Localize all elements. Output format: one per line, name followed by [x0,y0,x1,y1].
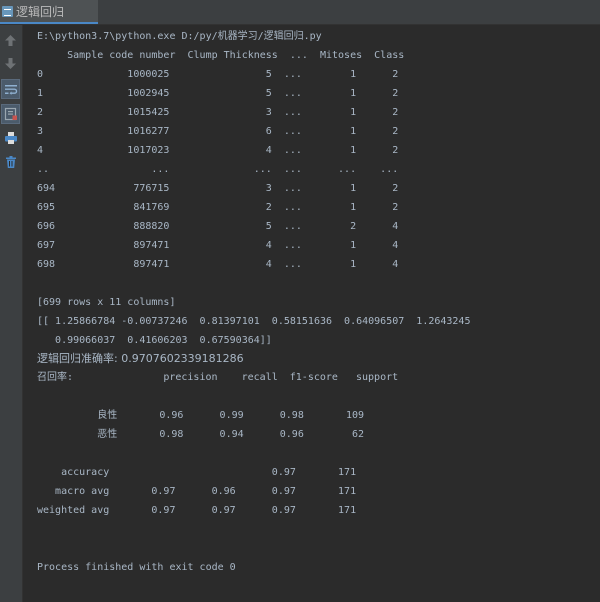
tab-label: 逻辑回归 [16,4,65,19]
scroll-to-end-icon [4,107,17,121]
console-line: 4 1017023 4 ... 1 2 [37,145,399,156]
console-line: 695 841769 2 ... 1 2 [37,202,399,213]
clear-all-button[interactable] [1,152,20,172]
tab-bar: 逻辑回归 [0,0,600,25]
console-line-coef: [[ 1.25866784 -0.00737246 0.81397101 0.5… [37,316,471,327]
ide-window: 逻辑回归 E:\python3.7\python.exe D:/py/机器学习/… [0,0,600,602]
arrow-up-icon [5,34,16,46]
console-output[interactable]: E:\python3.7\python.exe D:/py/机器学习/逻辑回归.… [23,25,600,602]
console-line: 2 1015425 3 ... 1 2 [37,107,399,118]
console-line: 3 1016277 6 ... 1 2 [37,126,399,137]
scroll-to-end-button[interactable] [1,104,20,124]
console-line-shape: [699 rows x 11 columns] [37,297,176,308]
console-line: .. ... ... ... ... ... [37,164,399,175]
tab-run-logistic-regression[interactable]: 逻辑回归 [0,0,98,24]
print-icon [4,132,17,144]
console-line-coef: 0.99066037 0.41606203 0.67590364]] [37,335,272,346]
run-toolbar [0,25,23,602]
down-stack-button[interactable] [1,53,20,73]
console-line: 698 897471 4 ... 1 4 [37,259,399,270]
console-line-report-row: 恶性 0.98 0.94 0.96 62 [37,429,365,440]
console-line-header: Sample code number Clump Thickness ... M… [37,50,405,61]
console-line-report-row: macro avg 0.97 0.96 0.97 171 [37,486,357,497]
console-line-report-header: 召回率: precision recall f1-score support [37,372,399,383]
console-line-report-row: weighted avg 0.97 0.97 0.97 171 [37,505,357,516]
console-line: 694 776715 3 ... 1 2 [37,183,399,194]
soft-wrap-button[interactable] [1,79,20,99]
up-stack-button[interactable] [1,30,20,50]
console-line: 697 897471 4 ... 1 4 [37,240,399,251]
soft-wrap-icon [4,84,17,95]
console-line-exit: Process finished with exit code 0 [37,562,236,573]
print-button[interactable] [1,128,20,148]
console-tab-icon [2,5,13,17]
console-line-command: E:\python3.7\python.exe D:/py/机器学习/逻辑回归.… [37,31,322,42]
arrow-down-icon [5,57,16,69]
trash-icon [5,156,16,168]
console-line: 1 1002945 5 ... 1 2 [37,88,399,99]
console-line-report-row: accuracy 0.97 171 [37,467,357,478]
console-line: 0 1000025 5 ... 1 2 [37,69,399,80]
console-line-report-row: 良性 0.96 0.99 0.98 109 [37,410,365,421]
console-line: 696 888820 5 ... 2 4 [37,221,399,232]
console-line-accuracy: 逻辑回归准确率: 0.9707602339181286 [37,352,244,365]
